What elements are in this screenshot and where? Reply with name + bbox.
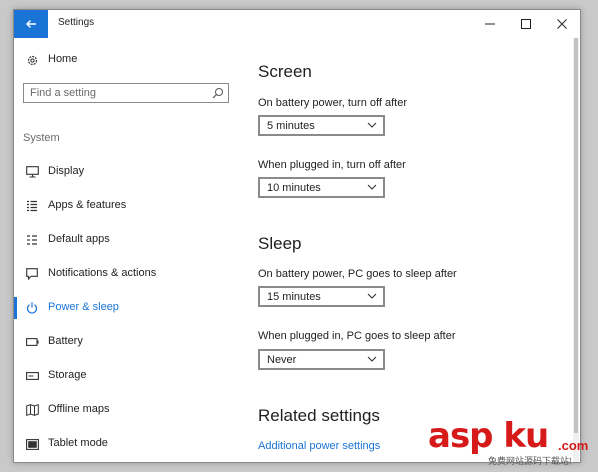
sidebar-item-label: Power & sleep — [48, 301, 119, 313]
scrollbar-thumb[interactable] — [574, 38, 578, 433]
close-button[interactable] — [544, 10, 580, 38]
watermark-domain: .com — [558, 438, 589, 453]
chevron-down-icon — [367, 356, 377, 362]
sleep-battery-label: On battery power, PC goes to sleep after — [258, 268, 457, 280]
dropdown-value: 15 minutes — [267, 291, 321, 303]
related-settings-heading: Related settings — [258, 406, 380, 425]
active-indicator — [14, 297, 17, 319]
monitor-icon — [24, 164, 40, 180]
chevron-down-icon — [367, 122, 377, 128]
screen-plugged-label: When plugged in, turn off after — [258, 159, 406, 171]
minimize-button[interactable] — [472, 10, 508, 38]
maximize-button[interactable] — [508, 10, 544, 38]
sidebar-item-default-apps[interactable]: Default apps — [14, 227, 234, 253]
sleep-heading: Sleep — [258, 234, 302, 253]
sidebar-item-power-sleep[interactable]: Power & sleep — [14, 295, 234, 321]
sidebar-item-label: Storage — [48, 369, 87, 381]
sidebar-item-display[interactable]: Display — [14, 159, 234, 185]
screen-battery-label: On battery power, turn off after — [258, 97, 407, 109]
sidebar-item-battery[interactable]: Battery — [14, 329, 234, 355]
search-icon — [212, 88, 223, 99]
search-input[interactable] — [30, 86, 206, 100]
storage-icon — [24, 368, 40, 384]
scrollbar[interactable] — [573, 38, 579, 462]
chevron-down-icon — [367, 293, 377, 299]
tablet-icon — [24, 436, 40, 452]
notification-icon — [24, 266, 40, 282]
default-apps-icon — [24, 232, 40, 248]
sleep-battery-dropdown[interactable]: 15 minutes — [258, 286, 385, 307]
sidebar-item-storage[interactable]: Storage — [14, 363, 234, 389]
sidebar-item-notifications[interactable]: Notifications & actions — [14, 261, 234, 287]
maximize-icon — [521, 19, 531, 29]
minimize-icon — [485, 23, 495, 25]
sidebar-item-apps-features[interactable]: Apps & features — [14, 193, 234, 219]
sidebar-item-offline-maps[interactable]: Offline maps — [14, 397, 234, 423]
chevron-down-icon — [367, 184, 377, 190]
sleep-plugged-label: When plugged in, PC goes to sleep after — [258, 330, 456, 342]
dropdown-value: 10 minutes — [267, 182, 321, 194]
screen-battery-dropdown[interactable]: 5 minutes — [258, 115, 385, 136]
sidebar-item-home[interactable]: Home — [14, 47, 234, 73]
screen-heading: Screen — [258, 62, 312, 81]
sidebar-item-label: Notifications & actions — [48, 267, 157, 279]
gear-icon — [24, 52, 40, 68]
dropdown-value: Never — [267, 354, 297, 366]
search-field[interactable] — [23, 83, 229, 103]
sidebar-item-label: Battery — [48, 335, 83, 347]
settings-window: Settings Home System D — [13, 9, 581, 463]
back-button[interactable] — [14, 10, 48, 38]
group-header-system: System — [23, 132, 60, 144]
battery-icon — [24, 334, 40, 350]
window-title: Settings — [58, 17, 95, 28]
watermark-tagline: 免费网站源码下载站! — [488, 456, 572, 466]
list-icon — [24, 198, 40, 214]
map-icon — [24, 402, 40, 418]
close-icon — [557, 19, 567, 29]
additional-power-settings-link[interactable]: Additional power settings — [258, 440, 380, 452]
sidebar: Home System Display Apps & features — [14, 38, 234, 462]
screen-plugged-dropdown[interactable]: 10 minutes — [258, 177, 385, 198]
sidebar-item-tablet-mode[interactable]: Tablet mode — [14, 431, 234, 457]
sidebar-item-label: Home — [48, 53, 78, 65]
sleep-plugged-dropdown[interactable]: Never — [258, 349, 385, 370]
back-arrow-icon — [26, 20, 36, 28]
sidebar-item-label: Display — [48, 165, 85, 177]
sidebar-item-label: Apps & features — [48, 199, 127, 211]
sidebar-item-label: Tablet mode — [48, 437, 108, 449]
sidebar-item-label: Offline maps — [48, 403, 110, 415]
watermark-logo: asp ku .com 免费网站源码下载站! — [428, 416, 598, 472]
title-bar: Settings — [14, 10, 580, 38]
main-content: Screen On battery power, turn off after … — [258, 38, 568, 462]
power-icon — [24, 300, 40, 316]
dropdown-value: 5 minutes — [267, 120, 315, 132]
sidebar-item-label: Default apps — [48, 233, 110, 245]
